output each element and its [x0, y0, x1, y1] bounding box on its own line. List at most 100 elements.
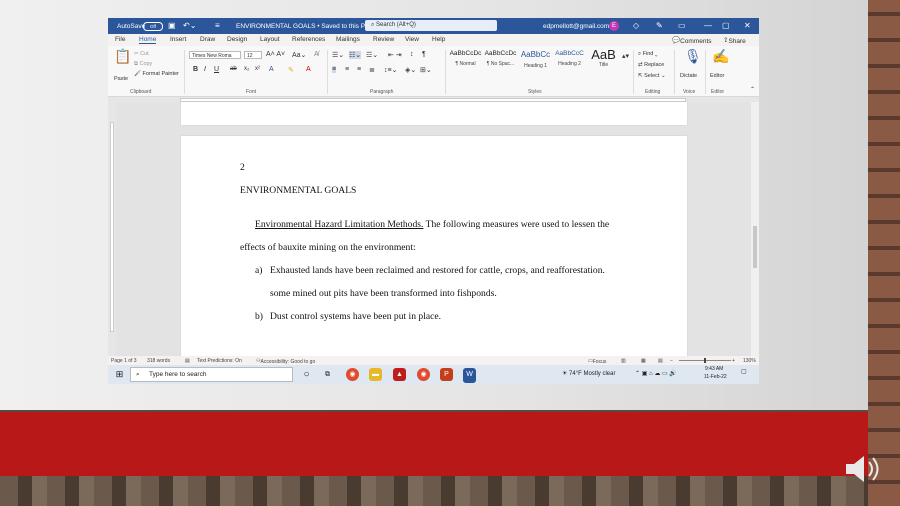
justify-icon[interactable]: ≣	[369, 66, 375, 74]
text-predictions[interactable]: Text Predictions: On	[197, 358, 242, 364]
paste-button[interactable]: Paste	[114, 76, 128, 82]
taskbar-search[interactable]: ⌕ Type here to search	[130, 367, 293, 382]
font-size-select[interactable]: 12	[244, 51, 262, 59]
numbering-icon[interactable]: ☷⌄	[349, 51, 362, 59]
paste-icon[interactable]: 📋	[114, 48, 131, 65]
copy-button[interactable]: ⧉ Copy	[134, 61, 152, 68]
tab-insert[interactable]: Insert	[170, 36, 186, 43]
task-view-icon[interactable]: ⧉	[321, 368, 334, 381]
read-mode-icon[interactable]: ▥	[621, 358, 626, 364]
customize-qat-icon[interactable]: ≡	[215, 21, 220, 30]
sort-icon[interactable]: ↕	[410, 51, 414, 58]
styles-scroll-icon[interactable]: ▴▾	[622, 52, 629, 60]
pen-icon[interactable]: ✎	[656, 21, 663, 30]
style-normal[interactable]: AaBbCcDc ¶ Normal	[449, 50, 482, 80]
comments-button[interactable]: 💬 Comments	[672, 36, 712, 45]
clock-time[interactable]: 9:43 AM	[705, 366, 723, 372]
powerpoint-icon[interactable]: P	[440, 368, 453, 381]
word-count[interactable]: 318 words	[147, 358, 170, 364]
borders-icon[interactable]: ⊞⌄	[420, 66, 432, 74]
collapse-ribbon-icon[interactable]: ⌃	[750, 86, 755, 93]
search-box[interactable]: ⌕ Search (Alt+Q)	[365, 20, 497, 31]
cut-button[interactable]: ✂ Cut	[134, 51, 149, 57]
tab-layout[interactable]: Layout	[260, 36, 280, 43]
line-spacing-icon[interactable]: ↕≡⌄	[384, 66, 397, 74]
status-proofing-icon[interactable]: ▤	[185, 358, 190, 364]
dictate-button[interactable]: Dictate	[680, 73, 697, 79]
align-right-icon[interactable]: ≡	[357, 66, 361, 73]
subscript-button[interactable]: x₂	[244, 66, 249, 72]
indent-icons[interactable]: ⇤ ⇥	[388, 51, 402, 59]
diamond-icon[interactable]: ◇	[633, 21, 639, 30]
weather-widget[interactable]: ☀ 74°F Mostly clear	[562, 370, 615, 377]
document-area[interactable]: 2 ENVIRONMENTAL GOALS Environmental Haza…	[108, 102, 759, 366]
chrome-profile-icon[interactable]: ◉	[417, 368, 430, 381]
editor-pen-icon[interactable]: ✍	[712, 48, 729, 65]
tab-help[interactable]: Help	[432, 36, 445, 43]
notifications-icon[interactable]: ▢	[741, 368, 747, 375]
avatar[interactable]: E	[609, 21, 619, 31]
print-layout-icon[interactable]: ▦	[641, 358, 646, 364]
undo-icon[interactable]: ↶⌄	[183, 21, 196, 30]
tab-mailings[interactable]: Mailings	[336, 36, 360, 43]
tab-home[interactable]: Home	[139, 36, 157, 44]
focus-button[interactable]: ▭ Focus	[588, 358, 606, 366]
format-painter-button[interactable]: 🖌 Format Painter	[134, 71, 179, 77]
editor-button[interactable]: Editor	[710, 73, 724, 79]
tab-review[interactable]: Review	[373, 36, 394, 43]
account-email[interactable]: edpmellott@gmail.com	[543, 23, 609, 30]
highlight-icon[interactable]: ✎	[288, 66, 294, 74]
document-page[interactable]: 2 ENVIRONMENTAL GOALS Environmental Haza…	[181, 136, 687, 366]
multilevel-list-icon[interactable]: ☲⌄	[366, 51, 378, 59]
style-no-spacing[interactable]: AaBbCcDc ¶ No Spac...	[484, 50, 517, 80]
word-icon[interactable]: W	[463, 368, 476, 383]
tab-draw[interactable]: Draw	[200, 36, 215, 43]
italic-button[interactable]: I	[204, 66, 206, 73]
cortana-icon[interactable]: ○	[300, 368, 313, 381]
file-explorer-icon[interactable]: ▬	[369, 368, 382, 381]
autosave-toggle[interactable]: Off	[143, 22, 163, 31]
save-icon[interactable]: ▣	[168, 21, 176, 30]
tab-design[interactable]: Design	[227, 36, 247, 43]
style-heading-1[interactable]: AaBbCc Heading 1	[519, 50, 552, 80]
align-left-icon[interactable]: ≡	[332, 66, 337, 73]
underline-button[interactable]: U	[214, 66, 219, 73]
font-name-select[interactable]: Times New Roma	[189, 51, 241, 59]
scrollbar-thumb[interactable]	[753, 226, 757, 268]
page-count[interactable]: Page 1 of 3	[111, 358, 137, 364]
font-color-icon[interactable]: A	[306, 66, 311, 73]
web-layout-icon[interactable]: ▤	[658, 358, 663, 364]
bold-button[interactable]: B	[193, 66, 198, 73]
style-title[interactable]: AaB Title	[587, 47, 620, 80]
chrome-icon[interactable]: ◉	[346, 368, 359, 381]
select-button[interactable]: ⇱ Select ⌄	[638, 73, 666, 79]
align-center-icon[interactable]: ≡	[345, 66, 349, 73]
zoom-level[interactable]: 130%	[743, 358, 756, 364]
bullets-icon[interactable]: ☰⌄	[332, 51, 344, 59]
ribbon-display-icon[interactable]: ▭	[678, 21, 686, 30]
share-button[interactable]: ⇪ Share	[723, 36, 746, 45]
replace-button[interactable]: ⇄ Replace	[638, 62, 664, 68]
minimize-icon[interactable]: —	[704, 21, 712, 30]
change-case-icon[interactable]: Aa⌄	[292, 51, 306, 59]
restore-icon[interactable]: ▢	[722, 21, 730, 30]
microphone-icon[interactable]: 🎙	[684, 48, 702, 65]
tab-file[interactable]: File	[115, 36, 125, 43]
style-heading-2[interactable]: AaBbCcC Heading 2	[553, 50, 586, 80]
strikethrough-button[interactable]: ab	[230, 66, 237, 72]
speaker-icon[interactable]	[842, 448, 884, 490]
superscript-button[interactable]: x²	[255, 66, 260, 72]
font-grow-shrink-icon[interactable]: A˄ A˅	[266, 51, 285, 58]
shading-icon[interactable]: ◈⌄	[405, 66, 416, 74]
clock-date[interactable]: 11-Feb-22	[704, 374, 727, 380]
windows-start-icon[interactable]: ⊞	[113, 368, 126, 381]
tab-references[interactable]: References	[292, 36, 325, 43]
text-effects-icon[interactable]: A	[269, 66, 274, 73]
close-icon[interactable]: ✕	[744, 21, 751, 30]
vertical-scrollbar[interactable]	[751, 102, 759, 356]
accessibility-status[interactable]: ⚇ Accessibility: Good to go	[256, 358, 315, 366]
zoom-out-button[interactable]: −	[670, 358, 673, 364]
zoom-in-button[interactable]: +	[732, 358, 735, 364]
clear-format-icon[interactable]: A̸	[314, 51, 319, 58]
find-button[interactable]: ⌕ Find ⌄	[638, 51, 657, 58]
